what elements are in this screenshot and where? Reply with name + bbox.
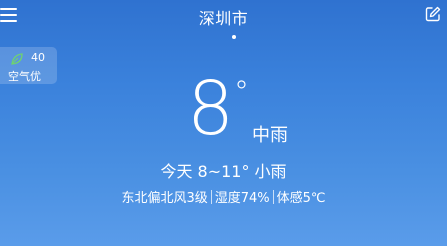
aqi-value: 40 <box>31 51 45 64</box>
divider <box>272 190 274 204</box>
divider <box>210 190 212 204</box>
today-forecast-summary: 今天 8~11° 小雨 <box>160 162 287 181</box>
current-temperature: 8 <box>187 66 235 152</box>
wind-info: 东北偏北风3级 <box>121 191 208 206</box>
feels-like-info: 体感5℃ <box>276 191 326 206</box>
city-title[interactable]: 深圳市 <box>0 5 447 29</box>
leaf-icon <box>11 53 23 65</box>
air-quality-badge[interactable]: 40 空气优 <box>0 47 57 84</box>
weather-details: 东北偏北风3级 湿度74% 体感5℃ <box>0 187 447 206</box>
page-indicator-dot <box>232 35 236 39</box>
current-condition: 中雨 <box>252 125 288 146</box>
edit-pencil-icon[interactable] <box>425 6 441 22</box>
humidity-info: 湿度74% <box>214 191 270 206</box>
aqi-label: 空气优 <box>8 70 41 83</box>
degree-symbol: ° <box>234 75 249 110</box>
